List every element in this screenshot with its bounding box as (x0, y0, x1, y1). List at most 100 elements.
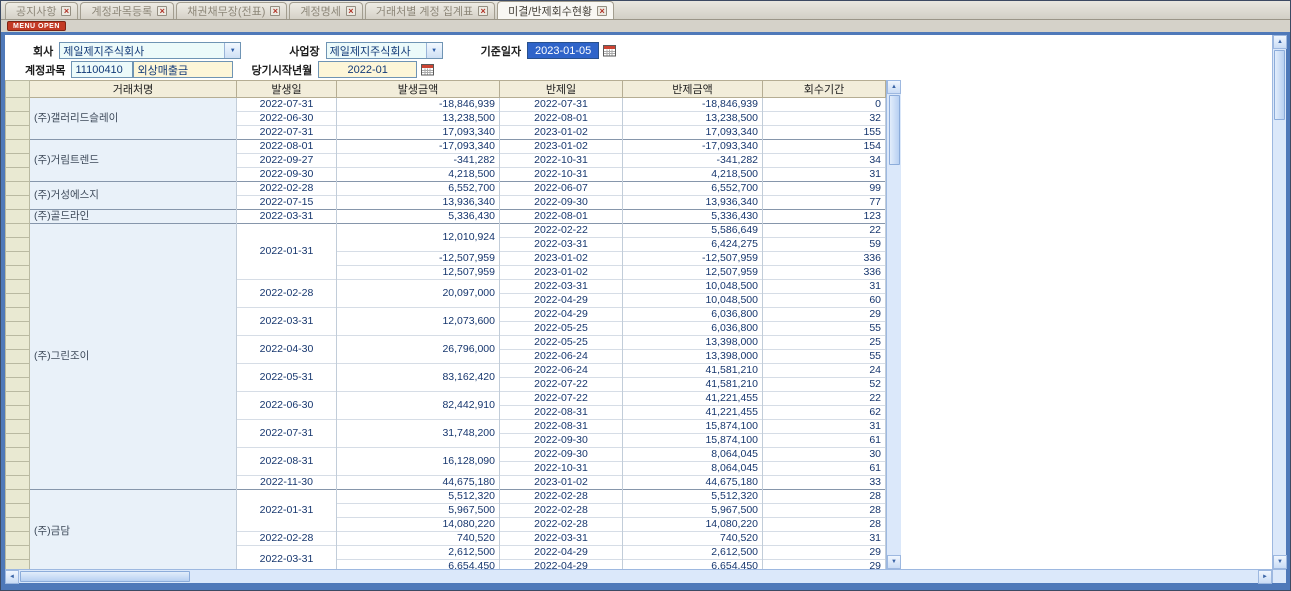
tab-account-detail[interactable]: 계정명세× (289, 2, 362, 19)
scroll-down-icon[interactable]: ▼ (1273, 555, 1287, 569)
calendar-icon[interactable] (603, 44, 616, 57)
row-indicator[interactable] (6, 350, 30, 364)
column-header[interactable]: 발생일 (237, 81, 337, 98)
row-indicator[interactable] (6, 224, 30, 238)
tab-close-icon[interactable]: × (157, 6, 167, 16)
tab-close-icon[interactable]: × (270, 6, 280, 16)
row-indicator[interactable] (6, 364, 30, 378)
occur-date-cell: 2022-07-31 (237, 420, 337, 448)
row-indicator[interactable] (6, 476, 30, 490)
calendar-icon[interactable] (421, 63, 434, 76)
occur-date-cell: 2022-09-27 (237, 154, 337, 168)
tab-notice[interactable]: 공지사항× (5, 2, 78, 19)
tab-close-icon[interactable]: × (597, 6, 607, 16)
tab-close-icon[interactable]: × (346, 6, 356, 16)
row-indicator[interactable] (6, 546, 30, 560)
row-indicator[interactable] (6, 448, 30, 462)
company-select[interactable]: 제일제지주식회사 ▼ (59, 42, 241, 59)
row-indicator[interactable] (6, 518, 30, 532)
scroll-down-icon[interactable]: ▼ (887, 555, 901, 569)
collection-days-cell: 29 (763, 560, 886, 570)
row-indicator[interactable] (6, 406, 30, 420)
row-indicator[interactable] (6, 294, 30, 308)
main-horizontal-scrollbar[interactable]: ◄ ► (5, 569, 1272, 583)
settle-amount-cell: -18,846,939 (623, 98, 763, 112)
settle-date-cell: 2023-01-02 (500, 476, 623, 490)
tab-label: 미결/반제회수현황 (508, 3, 592, 19)
row-indicator[interactable] (6, 560, 30, 570)
table-row[interactable]: (주)갤러리드슬레이2022-07-31-18,846,9392022-07-3… (6, 98, 886, 112)
row-indicator[interactable] (6, 182, 30, 196)
column-header[interactable]: 거래처명 (30, 81, 237, 98)
row-indicator[interactable] (6, 504, 30, 518)
tab-close-icon[interactable]: × (61, 6, 71, 16)
scroll-thumb[interactable] (889, 95, 900, 165)
scroll-left-icon[interactable]: ◄ (5, 570, 19, 584)
menu-open-button[interactable]: MENU OPEN (7, 21, 66, 31)
tab-account-register[interactable]: 계정과목등록× (80, 2, 174, 19)
row-indicator[interactable] (6, 126, 30, 140)
row-indicator[interactable] (6, 532, 30, 546)
scroll-thumb[interactable] (20, 571, 190, 582)
occur-amount-cell: 4,218,500 (337, 168, 500, 182)
occur-amount-cell: 5,967,500 (337, 504, 500, 518)
row-indicator[interactable] (6, 238, 30, 252)
row-indicator[interactable] (6, 252, 30, 266)
row-indicator[interactable] (6, 378, 30, 392)
period-start-input[interactable]: 2022-01 (318, 61, 417, 78)
row-indicator[interactable] (6, 140, 30, 154)
row-indicator[interactable] (6, 336, 30, 350)
row-indicator[interactable] (6, 308, 30, 322)
row-indicator[interactable] (6, 154, 30, 168)
tab-settlement-status[interactable]: 미결/반제회수현황 × (497, 1, 614, 19)
collection-days-cell: 55 (763, 322, 886, 336)
occur-date-cell: 2022-08-01 (237, 140, 337, 154)
row-indicator[interactable] (6, 112, 30, 126)
row-indicator[interactable] (6, 434, 30, 448)
collection-days-cell: 22 (763, 392, 886, 406)
row-indicator[interactable] (6, 280, 30, 294)
account-name-input[interactable]: 외상매출금 (133, 61, 233, 78)
chevron-down-icon[interactable]: ▼ (224, 43, 240, 58)
settle-amount-cell: 10,048,500 (623, 280, 763, 294)
tab-customer-summary[interactable]: 거래처별 계정 집계표× (365, 2, 495, 19)
settle-date-cell: 2022-09-30 (500, 448, 623, 462)
scroll-thumb[interactable] (1274, 50, 1285, 120)
scroll-right-icon[interactable]: ► (1258, 570, 1272, 584)
table-row[interactable]: (주)그린조이2022-01-3112,010,9242022-02-225,5… (6, 224, 886, 238)
table-row[interactable]: (주)거성에스지2022-02-286,552,7002022-06-076,5… (6, 182, 886, 196)
table-row[interactable]: (주)골드라인2022-03-315,336,4302022-08-015,33… (6, 210, 886, 224)
column-header[interactable]: 발생금액 (337, 81, 500, 98)
account-name-value: 외상매출금 (137, 62, 188, 78)
row-indicator[interactable] (6, 420, 30, 434)
main-vertical-scrollbar[interactable]: ▲ ▼ (1272, 35, 1286, 569)
column-header[interactable]: 반제일 (500, 81, 623, 98)
column-header[interactable]: 반제금액 (623, 81, 763, 98)
scroll-up-icon[interactable]: ▲ (887, 80, 901, 94)
row-indicator[interactable] (6, 196, 30, 210)
row-indicator[interactable] (6, 490, 30, 504)
row-indicator[interactable] (6, 266, 30, 280)
site-select[interactable]: 제일제지주식회사 ▼ (326, 42, 443, 59)
settle-date-cell: 2023-01-02 (500, 266, 623, 280)
account-code-input[interactable]: 11100410 (71, 61, 133, 78)
settle-amount-cell: 12,507,959 (623, 266, 763, 280)
row-indicator[interactable] (6, 462, 30, 476)
row-indicator[interactable] (6, 98, 30, 112)
tab-receivable-ledger[interactable]: 채권채무장(전표)× (176, 2, 287, 19)
occur-amount-cell: 82,442,910 (337, 392, 500, 420)
row-indicator[interactable] (6, 392, 30, 406)
table-row[interactable]: (주)거림트렌드2022-08-01-17,093,3402023-01-02-… (6, 140, 886, 154)
column-header[interactable]: 회수기간 (763, 81, 886, 98)
grid-vertical-scrollbar[interactable]: ▲ ▼ (886, 80, 901, 569)
scroll-up-icon[interactable]: ▲ (1273, 35, 1287, 49)
table-row[interactable]: (주)금담2022-01-315,512,3202022-02-285,512,… (6, 490, 886, 504)
row-indicator[interactable] (6, 322, 30, 336)
row-indicator[interactable] (6, 168, 30, 182)
row-indicator[interactable] (6, 210, 30, 224)
chevron-down-icon[interactable]: ▼ (426, 43, 442, 58)
base-date-input[interactable]: 2023-01-05 (527, 42, 599, 59)
tab-close-icon[interactable]: × (478, 6, 488, 16)
period-start-label: 당기시작년월 (251, 62, 312, 78)
occur-date-cell: 2022-06-30 (237, 392, 337, 420)
